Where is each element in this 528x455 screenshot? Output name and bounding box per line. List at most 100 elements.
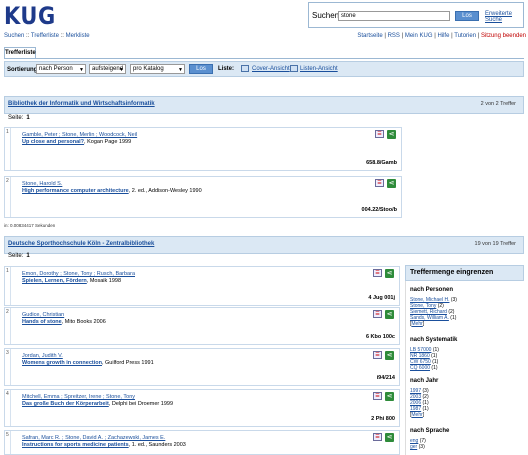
record-title-line: Instructions for sports medicine patient… (22, 442, 186, 448)
facet-item: ger (3) (410, 444, 425, 450)
record-publisher: , 2. ed., Addison-Wesley 1990 (128, 188, 202, 194)
topnav-link-2[interactable]: Trefferliste (31, 33, 59, 39)
mainnav-link-2[interactable]: RSS (388, 33, 400, 39)
record-publisher: , Delphi bei Droemer 1999 (108, 401, 173, 407)
list-view-icon[interactable] (290, 65, 298, 72)
advanced-search-link[interactable]: Erweiterte Suche (485, 11, 528, 23)
facet-count: (3) (450, 297, 457, 303)
record-actions: ☰ ⋖ (373, 310, 395, 319)
add-to-list-icon[interactable]: ☰ (375, 130, 384, 138)
record-publisher: , Mito Books 2006 (61, 319, 106, 325)
sort-scope-select[interactable]: pro Katalog ▼ (130, 64, 185, 74)
list-view-link[interactable]: Listen-Ansicht (300, 66, 338, 72)
record-title[interactable]: Das große Buch der Körperarbeit (22, 401, 109, 407)
record-title[interactable]: Instructions for sports medicine patient… (22, 442, 129, 448)
page-indicator: Seite: 1 (8, 253, 30, 259)
share-icon[interactable]: ⋖ (385, 351, 394, 360)
logout-link[interactable]: Sitzung beenden (481, 33, 526, 39)
section-title[interactable]: Deutsche Sporthochschule Köln - Zentralb… (8, 241, 154, 247)
facet-more-link[interactable]: Mehr (411, 321, 422, 327)
record-publisher: , Guilford Press 1991 (101, 360, 154, 366)
record-publisher: , Mosaik 1998 (86, 278, 122, 284)
topnav-link-1[interactable]: Suchen (4, 33, 24, 39)
sort-order-select[interactable]: aufsteigend ▼ (89, 64, 126, 74)
share-icon[interactable]: ⋖ (385, 310, 394, 319)
cover-view-link[interactable]: Cover-Ansicht (252, 66, 290, 72)
record-title-line: Womens growth in connection, Guilford Pr… (22, 360, 154, 366)
share-icon[interactable]: ⋖ (387, 179, 396, 188)
record-signature: 4 Jug 001j (368, 295, 395, 301)
share-icon[interactable]: ⋖ (385, 269, 394, 278)
record-authors[interactable]: Jordan, Judith V. (22, 353, 63, 359)
tab-divider (4, 58, 524, 59)
share-icon[interactable]: ⋖ (385, 392, 394, 401)
record-title[interactable]: Up close and personal? (22, 139, 84, 145)
add-to-list-icon[interactable]: ☰ (373, 433, 382, 441)
record-title[interactable]: Spielen, Lernen, Fördern (22, 278, 87, 284)
search-button[interactable]: Los (455, 11, 479, 21)
facet-more-link[interactable]: Mehr (411, 412, 422, 418)
record-signature: i94/214 (376, 375, 395, 381)
record-signature: 6 Kbo 100c (365, 334, 395, 340)
record-signature: 004.22/Stoo/b (361, 207, 397, 213)
page-label: Seite: (8, 253, 24, 259)
record-authors[interactable]: Safran, Marc R. ; Stone, David A. ; Zach… (22, 435, 165, 441)
record-authors[interactable]: Stone, Harold S. (22, 181, 62, 187)
add-to-list-icon[interactable]: ☰ (373, 351, 382, 359)
mainnav-link-3[interactable]: Mein KUG (405, 33, 433, 39)
record-number: 5 (6, 432, 9, 438)
share-icon[interactable]: ⋖ (385, 433, 394, 442)
sort-button[interactable]: Los (189, 64, 213, 74)
result-record: 2 Stone, Harold S. High performance comput… (4, 176, 402, 218)
record-title[interactable]: Hands of stone (22, 319, 62, 325)
record-number: 3 (6, 350, 9, 356)
top-navigation: Suchen :: Trefferliste :: Merkliste (4, 33, 90, 39)
sort-scope-value: pro Katalog (133, 66, 164, 72)
facet-item: CQ 6000 (1) (410, 365, 438, 371)
result-record: 1 Gamble, Peter ; Stone, Merlin ; Woodcoc… (4, 127, 402, 171)
record-actions: ☰ ⋖ (373, 433, 395, 442)
bracket-close: ] (422, 321, 425, 327)
topnav-link-3[interactable]: Merkliste (66, 33, 90, 39)
record-authors[interactable]: Gamble, Peter ; Stone, Merlin ; Woodcock… (22, 132, 137, 138)
section-title[interactable]: Bibliothek der Informatik und Wirtschaft… (8, 101, 155, 107)
mainnav-link-1[interactable]: Startseite (357, 33, 382, 39)
page-number[interactable]: 1 (26, 115, 29, 121)
facet-link[interactable]: ger (410, 444, 417, 450)
record-actions: ☰ ⋖ (373, 351, 395, 360)
page-indicator: Seite: 1 (8, 115, 30, 121)
chevron-down-icon: ▼ (119, 67, 124, 73)
record-title-line: Das große Buch der Körperarbeit, Delphi … (22, 401, 173, 407)
facet-group-heading: nach Jahr (410, 378, 439, 384)
record-title[interactable]: High performance computer architecture (22, 188, 129, 194)
result-record: 4 Mitchell, Emma ; Spreitzer, Irene ; Sto… (4, 389, 400, 427)
search-input[interactable] (338, 11, 450, 21)
record-title[interactable]: Womens growth in connection (22, 360, 102, 366)
facet-link[interactable]: CQ 6000 (410, 365, 430, 371)
cover-view-icon[interactable] (241, 65, 249, 72)
mainnav-link-4[interactable]: Hilfe (437, 33, 449, 39)
add-to-list-icon[interactable]: ☰ (373, 269, 382, 277)
record-signature: 658.8/Gamb (366, 160, 397, 166)
add-to-list-icon[interactable]: ☰ (375, 179, 384, 187)
record-authors[interactable]: Emon, Dorothy ; Stone, Tony ; Rusch, Bar… (22, 271, 135, 277)
record-number: 1 (6, 268, 9, 274)
share-icon[interactable]: ⋖ (387, 130, 396, 139)
sort-by-select[interactable]: nach Person ▼ (36, 64, 86, 74)
mainnav-link-5[interactable]: Tutorien (454, 33, 476, 39)
page-label: Seite: (8, 115, 24, 121)
sort-by-value: nach Person (39, 66, 73, 72)
record-authors[interactable]: Mitchell, Emma ; Spreitzer, Irene ; Ston… (22, 394, 135, 400)
record-title-line: High performance computer architecture, … (22, 188, 202, 194)
page-number[interactable]: 1 (26, 253, 29, 259)
result-record: 3 Jordan, Judith V. Womens growth in conne… (4, 348, 400, 386)
record-actions: ☰ ⋖ (373, 269, 395, 278)
record-authors[interactable]: Gudice, Christian (22, 312, 64, 318)
sort-label: Sortierung: (7, 67, 40, 73)
chevron-down-icon: ▼ (79, 67, 84, 73)
search-label: Suchen (312, 11, 340, 20)
add-to-list-icon[interactable]: ☰ (373, 310, 382, 318)
facet-more: [Mehr] (410, 321, 424, 327)
facet-group-heading: nach Personen (410, 287, 454, 293)
add-to-list-icon[interactable]: ☰ (373, 392, 382, 400)
